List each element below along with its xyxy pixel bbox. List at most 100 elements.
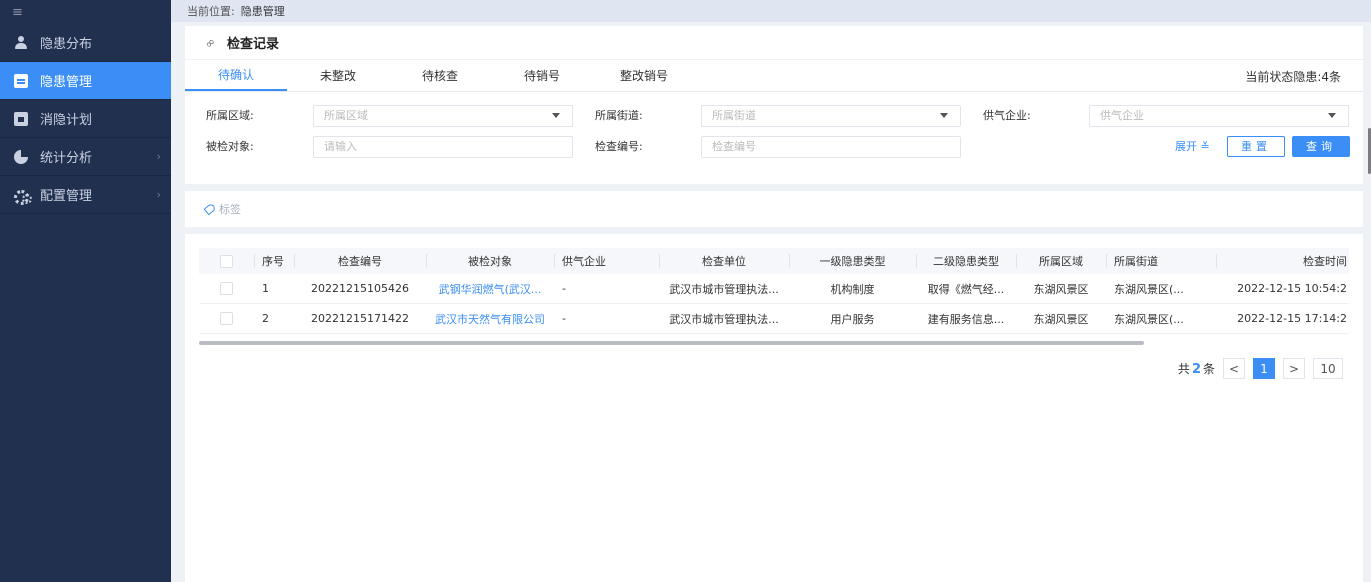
region-select[interactable]: 所属区域 xyxy=(313,105,573,127)
cell-region: 东湖风景区 xyxy=(1033,312,1089,326)
table-row[interactable]: 1 20221215105426 武钢华润燃气(武汉... - 武汉市城市管理执… xyxy=(199,274,1349,304)
calendar-icon xyxy=(14,111,28,126)
header-select-all xyxy=(199,248,254,274)
sidebar-item-hazard-distribution[interactable]: 隐患分布 xyxy=(0,24,171,62)
prev-page-button[interactable]: < xyxy=(1223,358,1245,379)
total-count: 2 xyxy=(1191,362,1201,377)
menu-toggle-icon[interactable]: ≡ xyxy=(0,0,171,24)
tag-button[interactable]: 标签 xyxy=(219,201,241,217)
sidebar-item-elimination-plan[interactable]: 消隐计划 xyxy=(0,100,171,138)
cell-type2: 建有服务信息... xyxy=(927,312,1005,326)
breadcrumb: 当前位置: 隐患管理 xyxy=(171,0,1371,22)
pagination-total: 共2条 xyxy=(1178,360,1215,377)
street-select[interactable]: 所属街道 xyxy=(701,105,961,127)
tab-rectified-closed[interactable]: 整改销号 xyxy=(593,60,695,91)
filter-row-2: 被检对象: 请输入 检查编号: 检查编号 展开 ≚ 重置 查询 xyxy=(185,136,1363,158)
code-input-placeholder: 检查编号 xyxy=(712,140,756,153)
tab-pending-verify[interactable]: 待核查 xyxy=(389,60,491,91)
cell-index: 2 xyxy=(262,312,269,325)
supplier-select[interactable]: 供气企业 xyxy=(1089,105,1349,127)
board-icon xyxy=(14,73,28,88)
cell-street: 东湖风景区(... xyxy=(1114,312,1184,326)
cell-street: 东湖风景区(... xyxy=(1114,282,1184,296)
cell-time: 2022-12-15 10:54:2 xyxy=(1237,282,1347,295)
sidebar-item-label: 消隐计划 xyxy=(40,113,93,128)
cell-unit: 武汉市城市管理执法... xyxy=(669,282,779,296)
page-button-1[interactable]: 1 xyxy=(1253,358,1275,379)
sidebar-item-label: 隐患管理 xyxy=(40,75,93,90)
cell-region: 东湖风景区 xyxy=(1033,282,1089,296)
section-title-text: 检查记录 xyxy=(227,37,280,52)
header-supplier: 供气企业 xyxy=(554,248,659,274)
status-count: 当前状态隐患:4条 xyxy=(1245,69,1341,84)
target-label: 被检对象: xyxy=(206,140,254,153)
target-input[interactable]: 请输入 xyxy=(313,136,573,158)
supplier-select-placeholder: 供气企业 xyxy=(1100,109,1144,122)
cell-supplier: - xyxy=(562,282,566,295)
tag-bar: 标签 xyxy=(185,191,1363,227)
cell-type1: 用户服务 xyxy=(830,312,875,326)
sidebar-item-hazard-management[interactable]: 隐患管理 xyxy=(0,62,171,100)
query-button[interactable]: 查询 xyxy=(1292,136,1350,157)
header-region: 所属区域 xyxy=(1016,248,1106,274)
cell-code: 20221215105426 xyxy=(311,282,409,295)
supplier-label: 供气企业: xyxy=(983,109,1031,122)
filter-row-1: 所属区域: 所属区域 所属街道: 所属街道 供气企业: 供气企业 xyxy=(185,105,1363,127)
street-label: 所属街道: xyxy=(595,109,643,122)
chevron-right-icon: › xyxy=(156,188,161,201)
row-select xyxy=(199,274,254,303)
table-row[interactable]: 2 20221215171422 武汉市天然气有限公司 - 武汉市城市管理执法.… xyxy=(199,304,1349,334)
breadcrumb-current[interactable]: 隐患管理 xyxy=(241,3,285,19)
results-panel: 序号 检查编号 被检对象 供气企业 检查单位 一级隐患类型 二级隐患类型 所属区… xyxy=(185,234,1363,582)
row-select xyxy=(199,304,254,333)
cell-index: 1 xyxy=(262,282,269,295)
region-select-placeholder: 所属区域 xyxy=(324,109,368,122)
chevron-right-icon: › xyxy=(156,150,161,163)
header-index: 序号 xyxy=(254,248,294,274)
next-page-button[interactable]: > xyxy=(1283,358,1305,379)
header-code: 检查编号 xyxy=(294,248,426,274)
caret-down-icon xyxy=(552,113,560,118)
header-type2: 二级隐患类型 xyxy=(916,248,1016,274)
tab-pending-close[interactable]: 待销号 xyxy=(491,60,593,91)
code-label: 检查编号: xyxy=(595,140,643,153)
street-select-placeholder: 所属街道 xyxy=(712,109,756,122)
gear-icon xyxy=(14,188,32,205)
header-unit: 检查单位 xyxy=(659,248,789,274)
cell-target-link[interactable]: 武钢华润燃气(武汉... xyxy=(426,274,554,303)
caret-down-icon xyxy=(1328,113,1336,118)
table-header: 序号 检查编号 被检对象 供气企业 检查单位 一级隐患类型 二级隐患类型 所属区… xyxy=(199,248,1349,274)
header-time: 检查时间 xyxy=(1216,248,1349,274)
cell-code: 20221215171422 xyxy=(311,312,409,325)
link-icon: ∞ xyxy=(201,34,219,51)
page-size-select[interactable]: 10 xyxy=(1313,358,1343,379)
sidebar-item-label: 配置管理 xyxy=(40,189,93,204)
sidebar: ≡ 隐患分布 隐患管理 消隐计划 统计分析 › 配置管理 › xyxy=(0,0,171,582)
cell-type1: 机构制度 xyxy=(830,282,875,296)
header-type1: 一级隐患类型 xyxy=(789,248,916,274)
cell-target-link[interactable]: 武汉市天然气有限公司 xyxy=(426,304,554,333)
total-prefix: 共 xyxy=(1177,362,1190,376)
sidebar-item-label: 统计分析 xyxy=(40,151,93,166)
results-table: 序号 检查编号 被检对象 供气企业 检查单位 一级隐患类型 二级隐患类型 所属区… xyxy=(199,248,1349,334)
tab-pending-confirm[interactable]: 待确认 xyxy=(185,60,287,91)
inspection-panel: ∞ 检查记录 待确认 未整改 待核查 待销号 整改销号 当前状态隐患:4条 所属… xyxy=(185,26,1363,184)
select-all-checkbox[interactable] xyxy=(220,254,233,268)
sidebar-item-statistics[interactable]: 统计分析 › xyxy=(0,138,171,176)
code-input[interactable]: 检查编号 xyxy=(701,136,961,158)
section-title: ∞ 检查记录 xyxy=(185,26,1363,60)
status-tabs: 待确认 未整改 待核查 待销号 整改销号 当前状态隐患:4条 xyxy=(185,60,1363,92)
reset-button[interactable]: 重置 xyxy=(1227,136,1285,157)
cell-supplier: - xyxy=(562,312,566,325)
pagination: 共2条 < 1 > 10 xyxy=(1178,358,1343,379)
sidebar-item-configuration[interactable]: 配置管理 › xyxy=(0,176,171,214)
row-checkbox[interactable] xyxy=(220,282,233,295)
breadcrumb-prefix: 当前位置: xyxy=(187,5,235,18)
cell-time: 2022-12-15 17:14:2 xyxy=(1237,312,1347,325)
expand-toggle[interactable]: 展开 ≚ xyxy=(1175,136,1210,158)
cell-type2: 取得《燃气经... xyxy=(927,282,1005,296)
row-checkbox[interactable] xyxy=(220,312,233,325)
horizontal-scrollbar[interactable] xyxy=(199,341,1144,345)
tab-not-rectified[interactable]: 未整改 xyxy=(287,60,389,91)
header-street: 所属街道 xyxy=(1106,248,1216,274)
